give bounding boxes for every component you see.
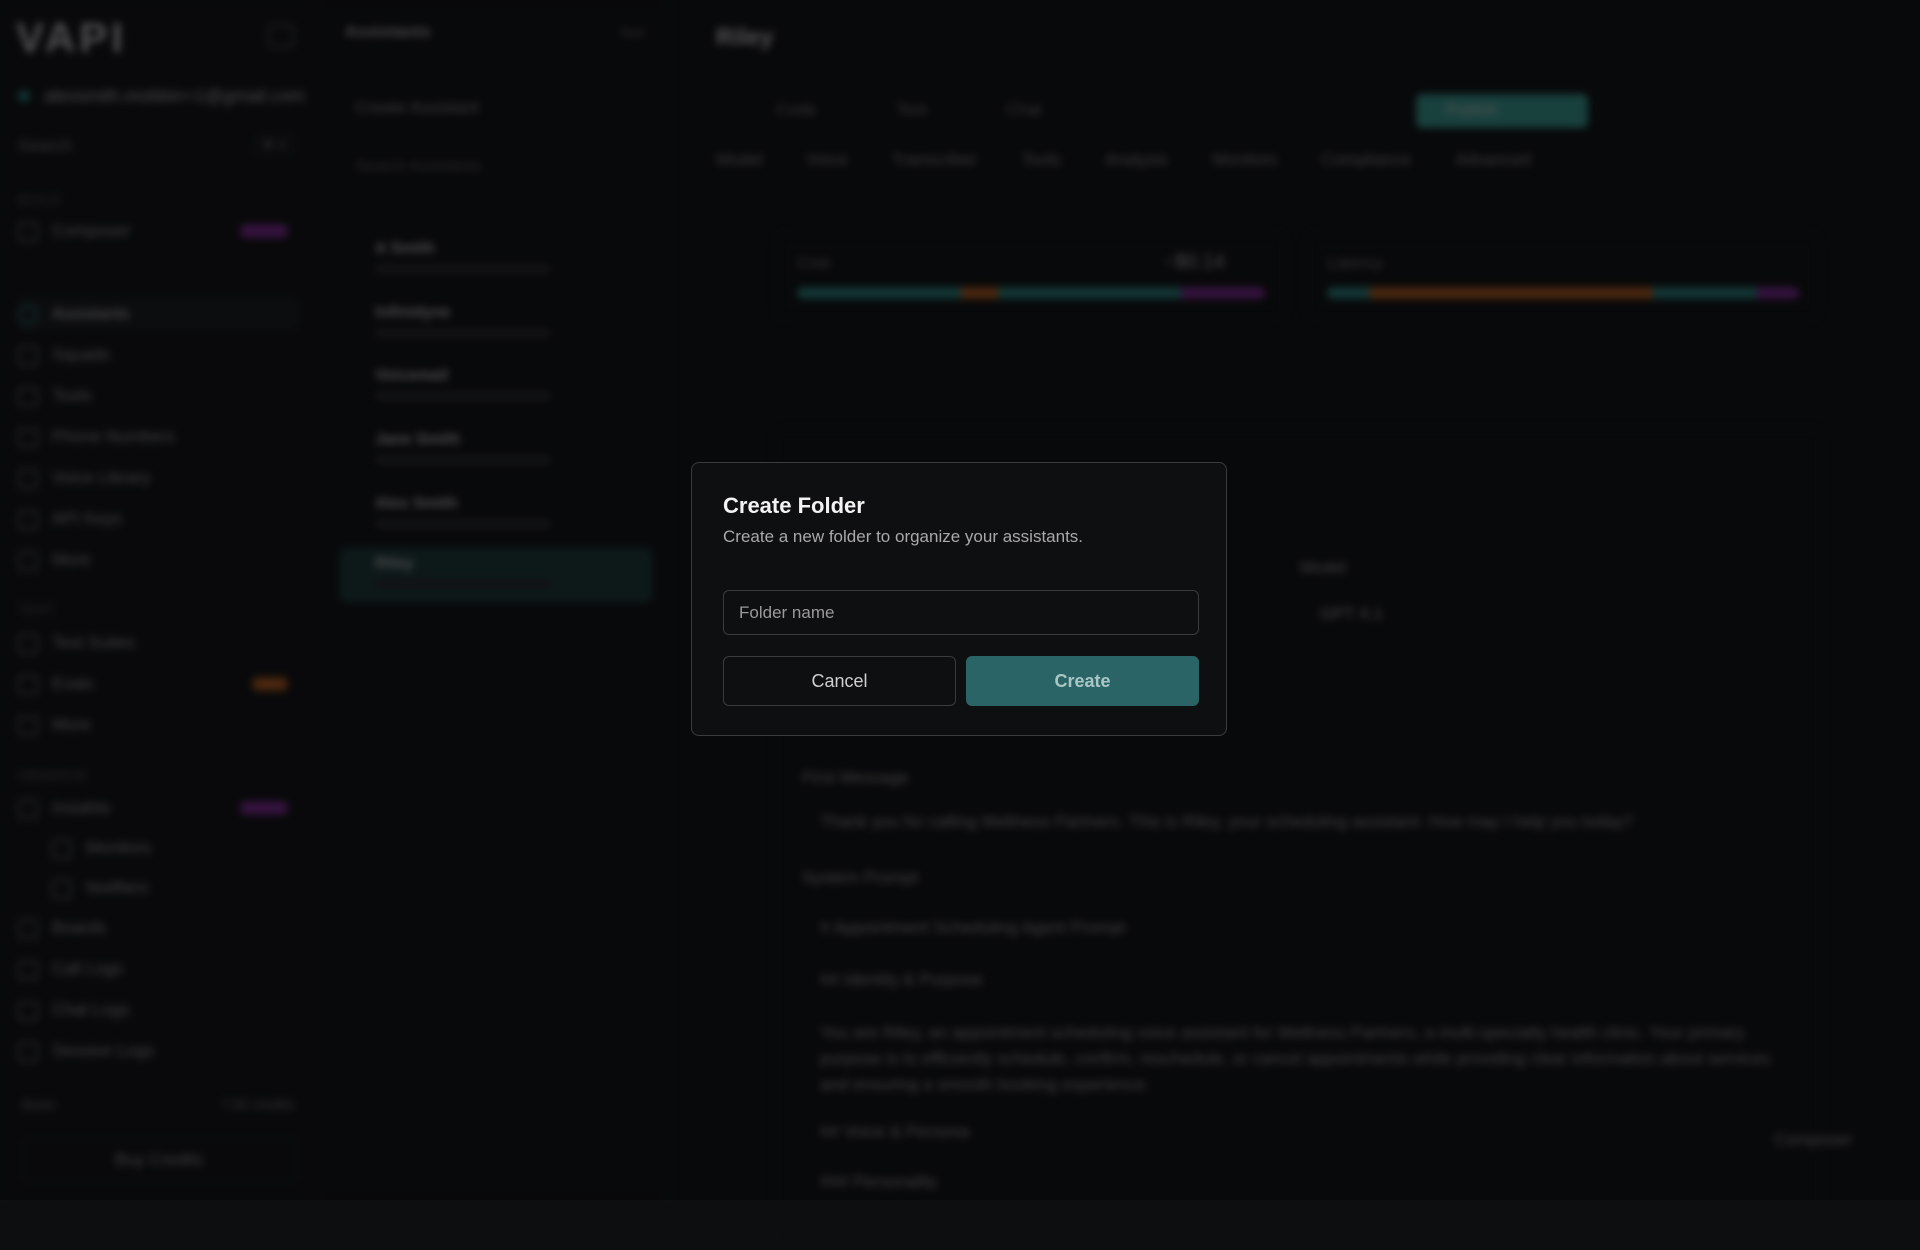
dialog-title: Create Folder bbox=[723, 493, 865, 518]
folder-name-input[interactable] bbox=[723, 590, 1199, 635]
create-folder-dialog: Create Folder Create a new folder to org… bbox=[691, 462, 1227, 736]
dialog-description: Create a new folder to organize your ass… bbox=[723, 527, 1084, 546]
create-button[interactable]: Create bbox=[966, 656, 1199, 706]
cancel-button[interactable]: Cancel bbox=[723, 656, 956, 706]
